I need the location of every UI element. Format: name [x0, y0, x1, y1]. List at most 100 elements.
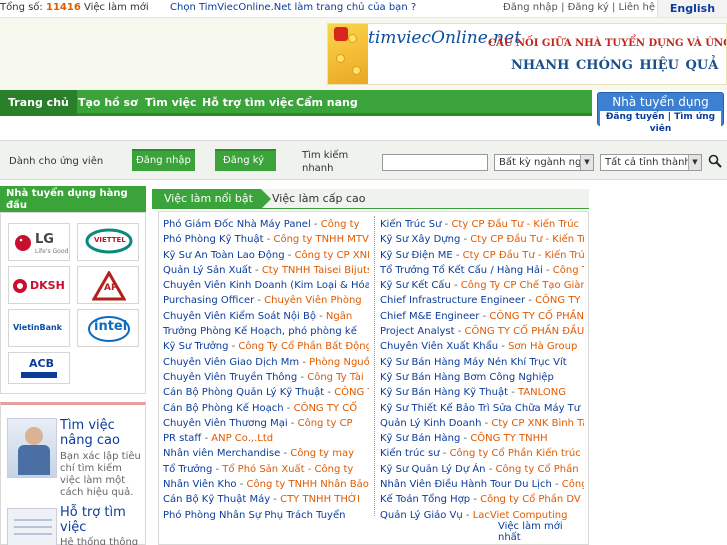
vietinbank-logo[interactable]: VietinBank: [8, 309, 70, 347]
company-link[interactable]: Công Ty Cổ Phần Bất Động: [238, 341, 369, 352]
company-link[interactable]: Sơn Hà Group: [508, 341, 577, 352]
viettel-logo[interactable]: VIETTEL: [77, 223, 139, 261]
job-title-link[interactable]: Purchasing Officer: [163, 295, 254, 306]
job-title-link[interactable]: Tổ Trưởng: [163, 464, 212, 475]
company-link[interactable]: LacViet Computing: [473, 510, 568, 521]
company-link[interactable]: Cty CP XNK Bình Tây: [491, 418, 584, 429]
company-link[interactable]: Công ty: [321, 219, 360, 230]
province-select[interactable]: Tất cả tỉnh thành ▼: [600, 154, 702, 171]
job-title-link[interactable]: Project Analyst: [380, 326, 455, 337]
job-title-link[interactable]: Kỹ Sư Điện ME: [380, 250, 453, 261]
job-title-link[interactable]: Kỹ Sư Quản Lý Dự Án: [380, 464, 486, 475]
lg-logo[interactable]: LG Life's Good: [8, 223, 70, 261]
company-link[interactable]: CÔNG TY CỔ PHẦN ĐẦU: [465, 326, 585, 337]
tab-job-support[interactable]: Hỗ trợ tìm việc: [194, 90, 302, 116]
dksh-logo[interactable]: DKSH: [8, 266, 70, 304]
latest-jobs-link[interactable]: Việc làm mới nhất: [498, 521, 588, 543]
company-link[interactable]: ANP Co.,.Ltd: [211, 433, 273, 444]
job-title-link[interactable]: Chuyên Viên Truyền Thông: [163, 372, 297, 383]
job-title-link[interactable]: Kỹ Sư Thiết Kế Bảo Trì Sửa Chữa Máy Tư: [380, 403, 580, 414]
job-title-link[interactable]: Kiến Trúc Sư: [380, 219, 441, 230]
keyword-search-input[interactable]: [382, 154, 488, 171]
candidate-login-button[interactable]: Đăng nhập: [132, 149, 195, 171]
job-title-link[interactable]: Nhân viên Merchandise: [163, 448, 280, 459]
company-link[interactable]: Công ty CP XNK: [295, 250, 369, 261]
job-title-link[interactable]: Kỹ Sư Bán Hàng Kỹ Thuật: [380, 387, 508, 398]
industry-select[interactable]: Bất kỳ ngành nghề ▼: [494, 154, 594, 171]
job-title-link[interactable]: Kỹ Sư Trưởng: [163, 341, 228, 352]
job-title-link[interactable]: Kiến trúc sư: [380, 448, 440, 459]
job-title-link[interactable]: Chief M&E Engineer: [380, 311, 479, 322]
register-link[interactable]: Đăng ký: [568, 2, 609, 13]
company-link[interactable]: Cty CP Đầu Tư - Kiến Trúc: [451, 219, 579, 230]
company-link[interactable]: Công: [562, 479, 584, 490]
job-title-link[interactable]: Kỹ Sư Bán Hàng: [380, 433, 460, 444]
company-link[interactable]: Cty CP Đầu Tư - Kiến Trúc: [463, 250, 584, 261]
company-link[interactable]: Phòng Nguồn: [309, 357, 369, 368]
tab-home[interactable]: Trang chủ: [0, 90, 77, 116]
company-link[interactable]: Công Ty CP Chế Tạo Giàn: [461, 280, 584, 291]
english-language-button[interactable]: English: [657, 0, 727, 17]
job-title-link[interactable]: Cán Bộ Phòng Kế Hoạch: [163, 403, 284, 414]
company-link[interactable]: Công ty Cổ Phần: [496, 464, 579, 475]
contact-link[interactable]: Liên hệ: [619, 2, 656, 13]
company-link[interactable]: Công ty Cổ Phần Kiến trúc: [450, 448, 581, 459]
company-link[interactable]: CÔNG TY TNHH: [470, 433, 547, 444]
company-link[interactable]: CÔNG TY CỔ PHẦN: [489, 311, 584, 322]
job-title-link[interactable]: Kỹ Sư An Toàn Lao Động: [163, 250, 285, 261]
job-title-link[interactable]: Nhân Viên Kho: [163, 479, 237, 490]
site-banner[interactable]: timviecOnline.net CẦU NỐI GIỮA NHÀ TUYỂN…: [327, 23, 727, 85]
job-title-link[interactable]: PR staff: [163, 433, 201, 444]
company-link[interactable]: Ngân: [326, 311, 352, 322]
advanced-search-link[interactable]: Tìm việc nâng cao: [60, 418, 145, 448]
company-link[interactable]: CÔNG TY: [535, 295, 580, 306]
job-title-link[interactable]: Tổ Trưởng Tổ Kết Cấu / Hàng Hải: [380, 265, 543, 276]
job-title-link[interactable]: Chuyên Viên Kiểm Soát Nội Bộ: [163, 311, 316, 322]
search-icon[interactable]: [708, 154, 722, 168]
job-title-link[interactable]: Nhân Viên Điều Hành Tour Du Lịch: [380, 479, 552, 490]
job-title-link[interactable]: Chuyên Viên Thương Mại: [163, 418, 288, 429]
company-link[interactable]: Công ty Cổ Phần DV: [480, 494, 581, 505]
company-link[interactable]: TANLONG: [518, 387, 566, 398]
job-title-link[interactable]: Chuyên Viên Giao Dịch Mm: [163, 357, 299, 368]
set-homepage-link[interactable]: Chọn TimViecOnline.Net làm trang chủ của…: [170, 2, 416, 13]
job-title-link[interactable]: Quản Lý Sản Xuất: [163, 265, 252, 276]
login-link[interactable]: Đăng nhập: [503, 2, 558, 13]
ap-logo[interactable]: AP: [77, 266, 139, 304]
job-title-link[interactable]: Cán Bộ Kỹ Thuật Máy: [163, 494, 270, 505]
job-support-link[interactable]: Hỗ trợ tìm việc: [60, 505, 145, 535]
company-link[interactable]: Công ty TNHH Nhân Bảo: [247, 479, 369, 490]
tab-create-profile[interactable]: Tạo hồ sơ: [70, 90, 146, 116]
tab-handbook[interactable]: Cẩm nang: [288, 90, 366, 116]
job-title-link[interactable]: Phó Phòng Kỹ Thuật: [163, 234, 264, 245]
company-link[interactable]: Công Ty: [553, 265, 584, 276]
acb-logo[interactable]: ACB: [8, 352, 70, 384]
company-link[interactable]: CÔNG TY: [334, 387, 369, 398]
job-title-link[interactable]: Kỹ Sư Kết Cấu: [380, 280, 451, 291]
company-link[interactable]: Tổ Phó Sản Xuất - Công ty: [222, 464, 353, 475]
job-title-link[interactable]: Kỹ Sư Bán Hàng Bơm Công Nghiệp: [380, 372, 554, 383]
job-title-link[interactable]: Quản Lý Kinh Doanh: [380, 418, 481, 429]
job-title-link[interactable]: Trưởng Phòng Kế Hoạch, phó phòng kế: [163, 326, 357, 337]
job-title-link[interactable]: Quản Lý Giáo Vụ: [380, 510, 463, 521]
company-link[interactable]: CTY TNHH THỜI: [280, 494, 360, 505]
company-link[interactable]: Chuyên Viên Phòng: [264, 295, 362, 306]
company-link[interactable]: Cty CP Đầu Tư - Kiến Trúc: [470, 234, 584, 245]
company-link[interactable]: Công Ty Tài: [307, 372, 363, 383]
tab-senior-jobs[interactable]: Việc làm cấp cao: [272, 189, 365, 209]
job-title-link[interactable]: Chuyên Viên Kinh Doanh (Kim Loại & Hóa: [163, 280, 369, 291]
company-link[interactable]: Cty TNHH Taisei Bijutsu: [262, 265, 369, 276]
job-title-link[interactable]: Kỹ Sư Bán Hàng Máy Nén Khí Trục Vít: [380, 357, 567, 368]
candidate-register-button[interactable]: Đăng ký: [215, 149, 276, 171]
intel-logo[interactable]: intel: [77, 309, 139, 347]
job-title-link[interactable]: Chief Infrastructure Engineer: [380, 295, 525, 306]
tab-featured-jobs[interactable]: Việc làm nổi bật: [152, 189, 271, 209]
company-link[interactable]: Công ty CP: [298, 418, 353, 429]
job-title-link[interactable]: Phó Giám Đốc Nhà Máy Panel: [163, 219, 311, 230]
job-title-link[interactable]: Kỹ Sư Xây Dựng: [380, 234, 460, 245]
job-title-link[interactable]: Chuyên Viên Xuất Khẩu: [380, 341, 498, 352]
company-link[interactable]: Công ty may: [290, 448, 354, 459]
company-link[interactable]: Công ty TNHH MTV: [273, 234, 368, 245]
employer-box[interactable]: Nhà tuyển dụng Đăng tuyển | Tìm ứng viên: [597, 92, 724, 135]
job-title-link[interactable]: Cán Bộ Phòng Quản Lý Kỹ Thuật: [163, 387, 324, 398]
